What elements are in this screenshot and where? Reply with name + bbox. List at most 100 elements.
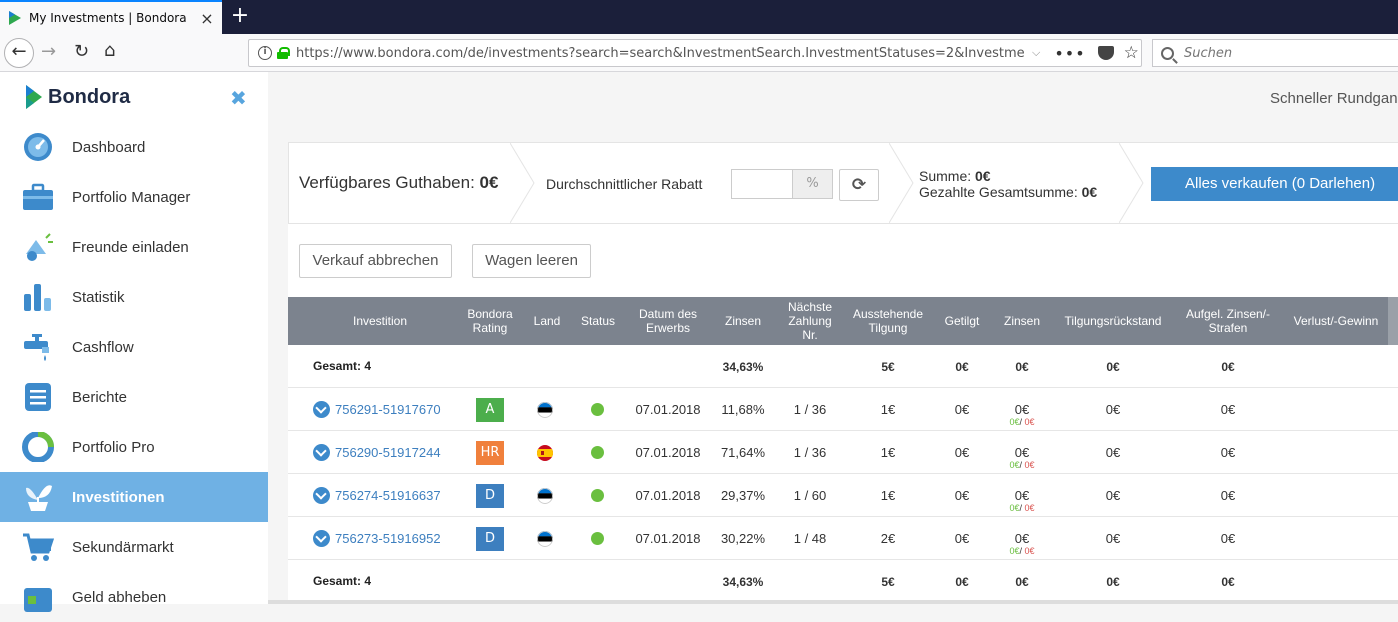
chevron-separator-icon: [1119, 143, 1144, 223]
url-bar[interactable]: i https://www.bondora.com/de/investments…: [248, 39, 1142, 67]
sidebar-item-cashflow[interactable]: Cashflow: [0, 322, 268, 372]
interest-received: 0€: [1009, 460, 1020, 470]
bondora-logo[interactable]: Bondora: [26, 85, 130, 109]
horizontal-scrollbar[interactable]: [268, 600, 1398, 604]
investment-link[interactable]: 756274-51916637: [335, 474, 441, 517]
sidebar-item-secondary-market[interactable]: Sekundärmarkt: [0, 522, 268, 572]
sell-all-button[interactable]: Alles verkaufen (0 Darlehen): [1151, 167, 1398, 201]
cancel-sale-button[interactable]: Verkauf abbrechen: [299, 244, 452, 278]
next-payment: 1 / 36: [793, 402, 827, 417]
purchase-date: 07.01.2018: [635, 402, 701, 417]
total-arrears: 0€: [1106, 574, 1120, 589]
info-icon[interactable]: i: [258, 46, 272, 60]
average-discount-input[interactable]: [731, 169, 793, 199]
sidebar-item-label: Investitionen: [72, 488, 165, 506]
rating-badge: D: [476, 527, 504, 551]
refresh-button[interactable]: ⟳: [839, 169, 879, 201]
sale-summary-bar: Verfügbares Guthaben: 0€ Durchschnittlic…: [288, 142, 1398, 224]
quick-tour-link[interactable]: Schneller Rundgang: [1270, 90, 1398, 107]
expand-chevron-icon[interactable]: [313, 487, 330, 504]
total-repaid: 0€: [955, 574, 969, 589]
sidebar-item-label: Berichte: [72, 388, 128, 406]
search-input[interactable]: [1184, 45, 1384, 61]
column-header-status[interactable]: Status: [574, 297, 622, 345]
expand-chevron-icon[interactable]: [313, 401, 330, 418]
bar-chart-icon: [24, 284, 51, 311]
browser-tab[interactable]: My Investments | Bondora ×: [0, 0, 222, 34]
interest-late: 0€: [1024, 503, 1035, 513]
sidebar-item-label: Portfolio Pro: [72, 438, 155, 456]
new-tab-button[interactable]: +: [228, 3, 252, 29]
interest-late: 0€: [1024, 546, 1035, 556]
lock-icon[interactable]: [277, 47, 290, 59]
faucet-icon: [24, 334, 49, 361]
total-arrears: 0€: [1106, 359, 1120, 374]
table-row: 756290-51917244 HR 07.01.2018 71,64% 1 /…: [288, 431, 1398, 474]
pie-chart-icon: [22, 432, 54, 462]
total-interest-rate: 34,63%: [722, 574, 764, 589]
interest-cell: 0€ 0€/ 0€: [988, 431, 1056, 474]
sale-totals: Summe: 0€ Gezahlte Gesamtsumme: 0€: [919, 168, 1097, 200]
accrued-interest: 0€: [1220, 445, 1236, 460]
column-header-interest-rate[interactable]: Zinsen: [712, 297, 774, 345]
arrears: 0€: [1105, 445, 1121, 460]
sidebar-item-withdraw[interactable]: Geld abheben: [0, 572, 268, 622]
interest-value: 0€: [1014, 445, 1030, 460]
tab-close-icon[interactable]: ×: [196, 9, 218, 28]
column-header-accrued[interactable]: Aufgel. Zinsen/-Strafen: [1172, 297, 1284, 345]
column-header-outstanding[interactable]: Ausstehende Tilgung: [846, 297, 930, 345]
column-header-repaid[interactable]: Getilgt: [936, 297, 988, 345]
expand-chevron-icon[interactable]: [313, 530, 330, 547]
pocket-icon[interactable]: [1097, 46, 1114, 60]
browser-tabbar: My Investments | Bondora × +: [0, 0, 1398, 34]
expand-chevron-icon[interactable]: [313, 444, 330, 461]
available-balance: Verfügbares Guthaben: 0€: [299, 173, 498, 193]
investment-link[interactable]: 756273-51916952: [335, 517, 441, 560]
column-header-date[interactable]: Datum des Erwerbs: [628, 297, 708, 345]
table-total-row: Gesamt: 4 34,63% 5€ 0€ 0€ 0€ 0€: [288, 560, 1398, 603]
logo-text: Bondora: [48, 85, 131, 108]
sidebar-item-portfolio-manager[interactable]: Portfolio Manager: [0, 172, 268, 222]
column-header-arrears[interactable]: Tilgungsrückstand: [1054, 297, 1172, 345]
sidebar-item-reports[interactable]: Berichte: [0, 372, 268, 422]
bookmark-star-icon[interactable]: ☆: [1124, 43, 1139, 63]
sidebar-item-dashboard[interactable]: Dashboard: [0, 122, 268, 172]
clear-cart-button[interactable]: Wagen leeren: [472, 244, 591, 278]
interest-late: 0€: [1024, 460, 1035, 470]
column-header-rating[interactable]: Bondora Rating: [460, 297, 520, 345]
investment-link[interactable]: 756290-51917244: [335, 431, 441, 474]
column-header-next-payment[interactable]: Nächste Zahlung Nr.: [780, 297, 840, 345]
table-header: Investition Bondora Rating Land Status D…: [288, 297, 1398, 345]
table-row: 756291-51917670 A 07.01.2018 11,68% 1 / …: [288, 388, 1398, 431]
home-button[interactable]: ⌂: [104, 40, 115, 61]
reload-button[interactable]: ↻: [74, 41, 89, 62]
close-icon[interactable]: ✖: [230, 86, 247, 110]
back-button[interactable]: ←: [4, 38, 34, 68]
sidebar-item-label: Freunde einladen: [72, 238, 189, 256]
interest-late: 0€: [1024, 417, 1035, 427]
column-header-interest[interactable]: Zinsen: [994, 297, 1050, 345]
column-header-investment[interactable]: Investition: [288, 297, 472, 345]
forward-button[interactable]: →: [41, 41, 56, 62]
sidebar-item-portfolio-pro[interactable]: Portfolio Pro: [0, 422, 268, 472]
interest-cell: 0€ 0€/ 0€: [988, 517, 1056, 560]
dashboard-gauge-icon: [24, 133, 52, 161]
chevron-down-icon[interactable]: ⌵: [1032, 46, 1040, 60]
column-header-profit-loss[interactable]: Verlust/-Gewinn: [1286, 297, 1386, 345]
sidebar-item-investments[interactable]: Investitionen: [0, 472, 268, 522]
total-interest: 0€: [1015, 359, 1029, 374]
rating-badge: HR: [476, 441, 504, 465]
interest-rate: 30,22%: [720, 531, 766, 546]
url-text[interactable]: https://www.bondora.com/de/investments?s…: [296, 46, 1024, 61]
sidebar-item-invite-friends[interactable]: Freunde einladen: [0, 222, 268, 272]
next-payment: 1 / 36: [793, 445, 827, 460]
available-balance-value: 0€: [479, 173, 499, 192]
sum-value: 0€: [975, 168, 991, 184]
page-actions-icon[interactable]: •••: [1054, 44, 1085, 63]
browser-search-bar[interactable]: [1152, 39, 1398, 67]
outstanding-principal: 1€: [880, 445, 896, 460]
next-payment: 1 / 60: [793, 488, 827, 503]
column-header-country[interactable]: Land: [526, 297, 568, 345]
investment-link[interactable]: 756291-51917670: [335, 388, 441, 431]
sidebar-item-statistics[interactable]: Statistik: [0, 272, 268, 322]
